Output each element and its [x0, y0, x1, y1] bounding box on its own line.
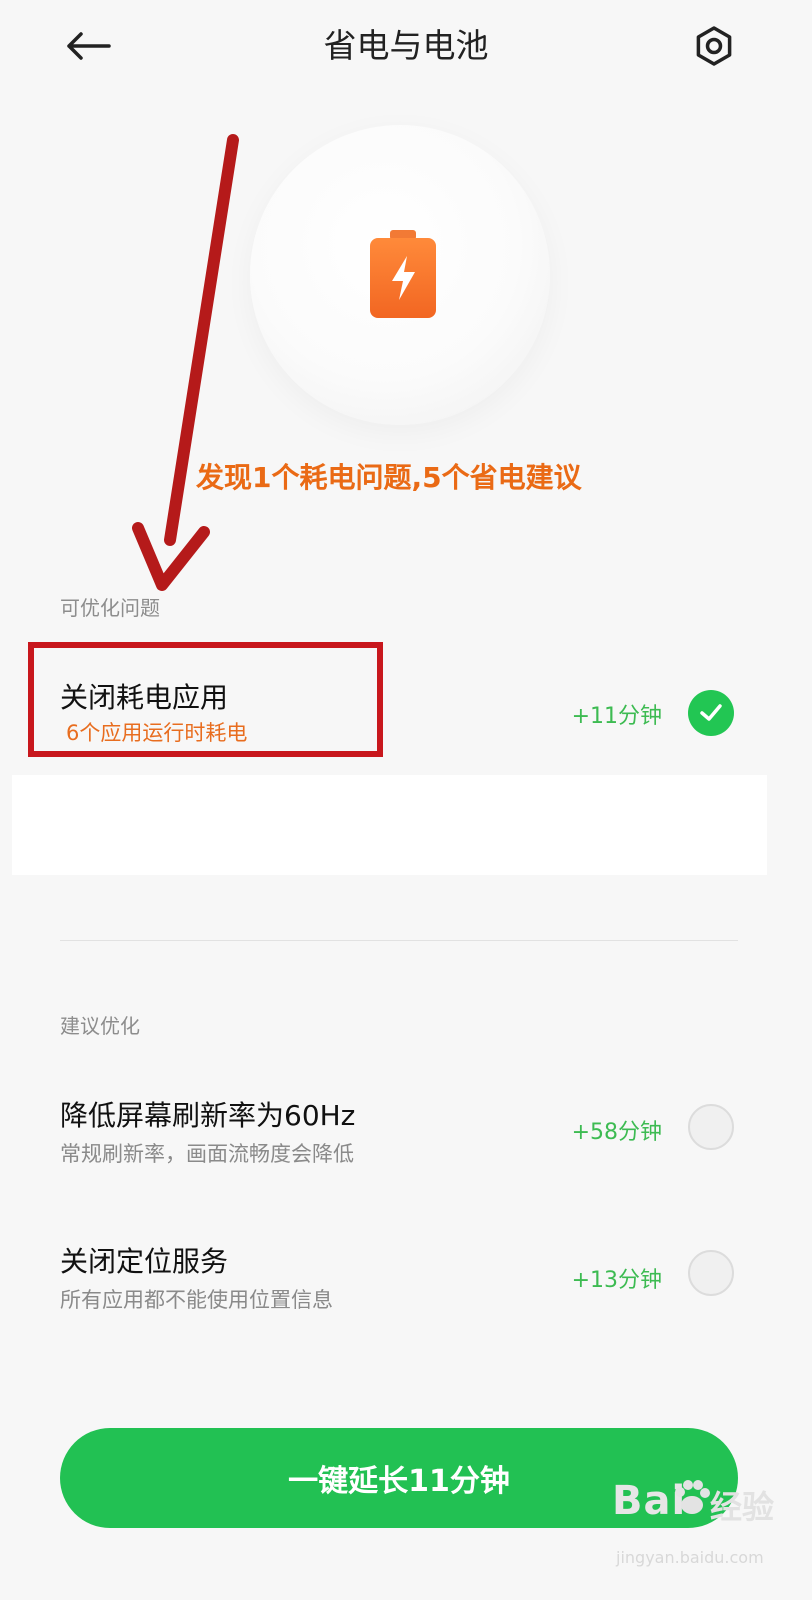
issue-subtitle: 6个应用运行时耗电	[66, 721, 248, 745]
gear-icon	[696, 26, 732, 66]
issue-gain: +11分钟	[571, 704, 662, 729]
paw-icon	[675, 1480, 710, 1514]
suggestion-checkbox[interactable]	[688, 1104, 734, 1150]
redacted-panel	[12, 775, 767, 875]
section-label-issues: 可优化问题	[60, 596, 160, 620]
settings-button[interactable]	[690, 22, 738, 70]
section-label-suggestions: 建议优化	[60, 1014, 140, 1038]
suggestion-gain: +58分钟	[571, 1120, 662, 1145]
issue-checkbox[interactable]	[688, 690, 734, 736]
section-divider	[60, 940, 738, 941]
issue-row-close-apps[interactable]: 关闭耗电应用 6个应用运行时耗电 +11分钟	[0, 660, 812, 770]
suggestion-title: 关闭定位服务	[60, 1245, 229, 1278]
suggestion-checkbox[interactable]	[688, 1250, 734, 1296]
issue-title: 关闭耗电应用	[60, 681, 229, 714]
suggestion-gain: +13分钟	[571, 1268, 662, 1293]
top-bar: 省电与电池	[0, 0, 812, 96]
summary-text: 发现1个耗电问题,5个省电建议	[196, 461, 582, 494]
watermark-domain: jingyan.baidu.com	[616, 1548, 764, 1567]
battery-charging-icon	[370, 230, 436, 318]
suggestion-row-refresh-rate[interactable]: 降低屏幕刷新率为60Hz 常规刷新率，画面流畅度会降低 +58分钟	[0, 1080, 812, 1180]
suggestion-title: 降低屏幕刷新率为60Hz	[60, 1099, 356, 1132]
suggestion-row-location[interactable]: 关闭定位服务 所有应用都不能使用位置信息 +13分钟	[0, 1228, 812, 1328]
checkmark-icon	[700, 704, 722, 721]
watermark-text: 经验	[710, 1488, 775, 1526]
suggestion-subtitle: 所有应用都不能使用位置信息	[60, 1288, 333, 1312]
suggestion-subtitle: 常规刷新率，画面流畅度会降低	[60, 1142, 354, 1166]
